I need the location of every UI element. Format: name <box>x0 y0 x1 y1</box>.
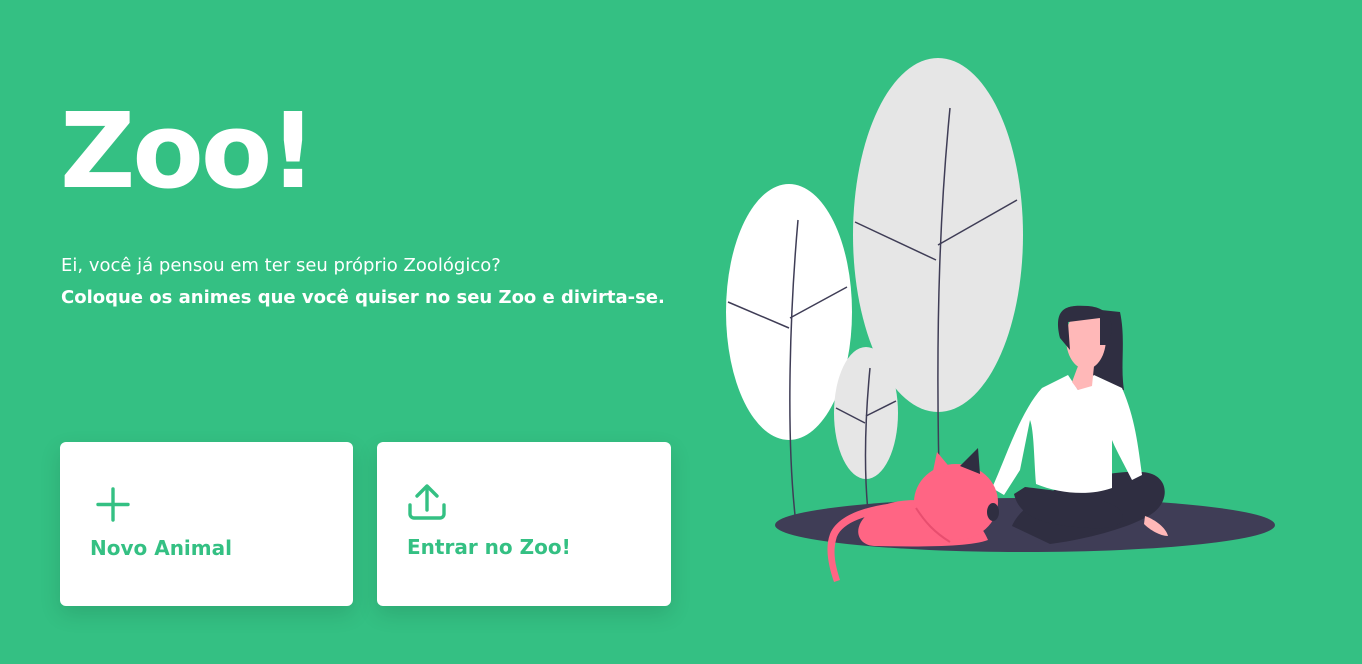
plus-icon <box>96 487 130 522</box>
white-leaf-tree <box>726 184 852 516</box>
page-title: Zoo! <box>60 90 317 212</box>
landing-page: Zoo! Ei, você já pensou em ter seu própr… <box>0 0 1362 664</box>
small-leaf-tree <box>834 347 898 513</box>
enter-zoo-button[interactable]: Entrar no Zoo! <box>377 442 671 606</box>
intro-call-to-action: Coloque os animes que você quiser no seu… <box>61 287 665 308</box>
intro-question: Ei, você já pensou em ter seu próprio Zo… <box>61 255 501 276</box>
new-animal-button[interactable]: Novo Animal <box>60 442 353 606</box>
woman-with-cat-illustration <box>726 58 1275 582</box>
upload-icon <box>408 484 446 520</box>
new-animal-label: Novo Animal <box>90 536 232 560</box>
enter-zoo-label: Entrar no Zoo! <box>407 535 571 559</box>
intro-text: Ei, você já pensou em ter seu próprio Zo… <box>61 250 665 314</box>
